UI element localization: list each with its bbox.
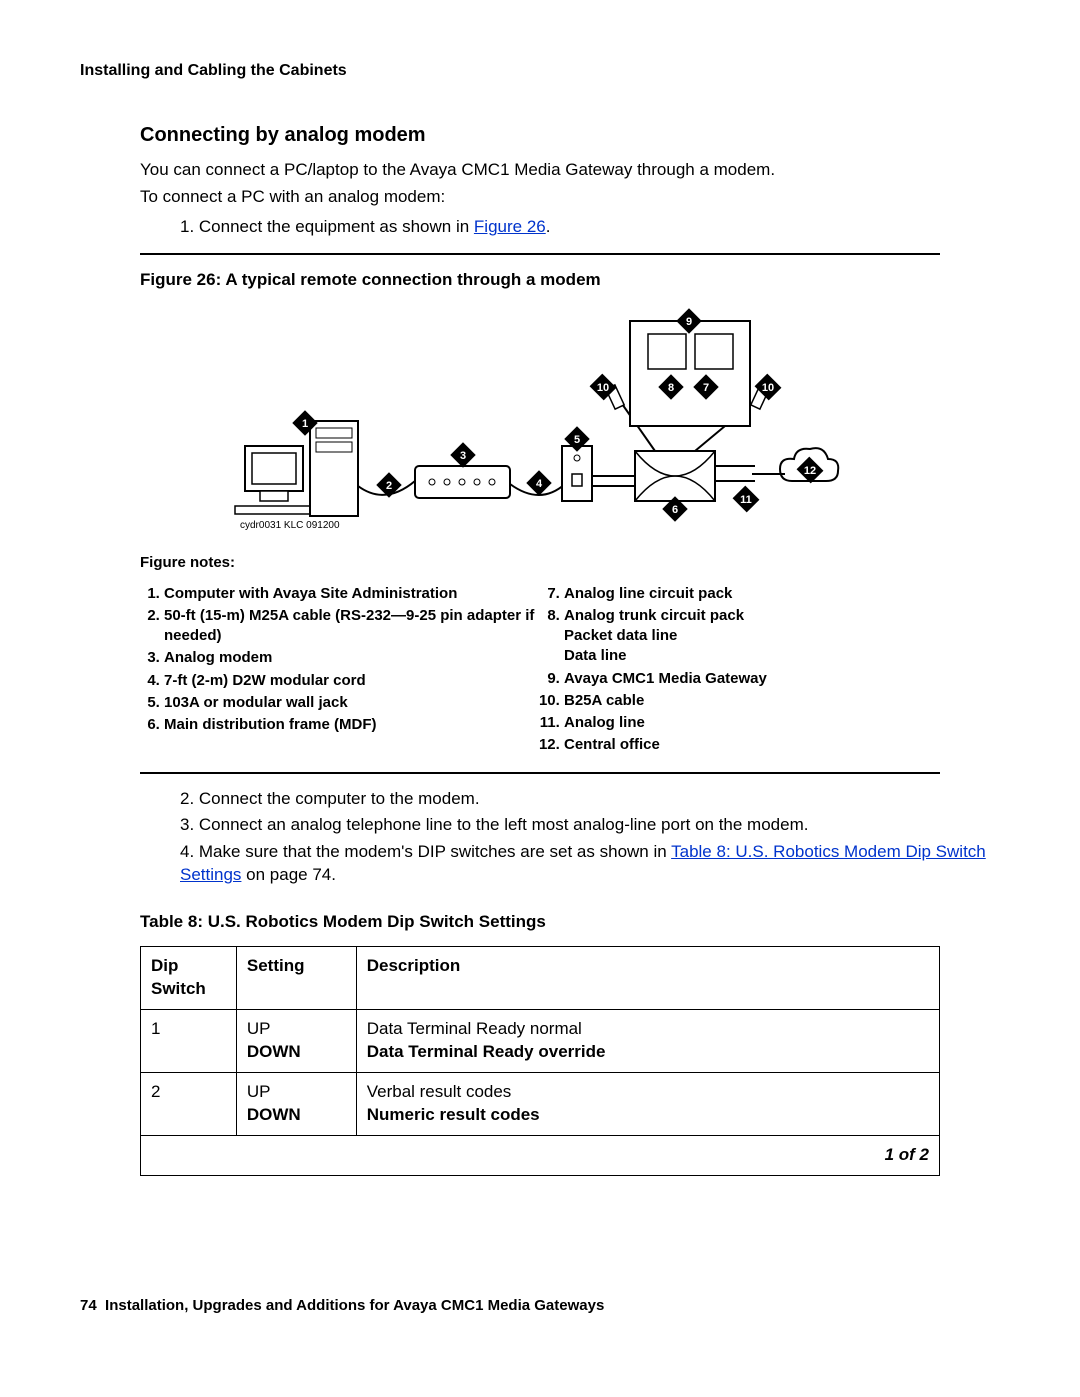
gateway-icon	[630, 321, 750, 426]
diagram-id: cydr0031 KLC 091200	[240, 520, 340, 531]
section-heading: Connecting by analog modem	[140, 122, 1000, 149]
modem-icon	[415, 466, 510, 498]
note-item: Main distribution frame (MDF)	[164, 715, 540, 735]
table-row: 2 UPDOWN Verbal result codesNumeric resu…	[141, 1072, 940, 1135]
table-pager: 1 of 2	[141, 1135, 940, 1175]
note-item: 7-ft (2-m) D2W modular cord	[164, 671, 540, 691]
svg-text:10: 10	[597, 382, 609, 394]
walljack-icon	[562, 446, 592, 501]
svg-text:5: 5	[574, 434, 580, 446]
divider	[140, 772, 940, 774]
intro-text-1: You can connect a PC/laptop to the Avaya…	[140, 159, 1000, 182]
svg-text:6: 6	[672, 504, 678, 516]
mdf-icon	[635, 451, 715, 501]
svg-text:2: 2	[386, 480, 392, 492]
figure-notes-title: Figure notes:	[140, 553, 940, 573]
svg-text:7: 7	[703, 382, 709, 394]
intro-text-2: To connect a PC with an analog modem:	[140, 186, 1000, 209]
svg-text:12: 12	[804, 465, 816, 477]
svg-text:10: 10	[762, 382, 774, 394]
callout-icon: 11	[733, 486, 760, 513]
page-footer: 74 Installation, Upgrades and Additions …	[80, 1296, 1000, 1316]
svg-text:11: 11	[740, 494, 752, 506]
note-item: Analog modem	[164, 648, 540, 668]
figure-link[interactable]: Figure 26	[474, 217, 546, 236]
svg-text:3: 3	[460, 450, 466, 462]
step-1-pre: 1. Connect the equipment as shown in	[180, 217, 474, 236]
running-header: Installing and Cabling the Cabinets	[80, 60, 1000, 82]
note-item: Analog line	[564, 713, 940, 733]
divider	[140, 253, 940, 255]
step-3: 3. Connect an analog telephone line to t…	[180, 814, 1000, 837]
page-number: 74	[80, 1297, 97, 1314]
th-dip: Dip Switch	[141, 947, 237, 1010]
svg-text:4: 4	[536, 478, 543, 490]
note-item: B25A cable	[564, 691, 940, 711]
step-4: 4. Make sure that the modem's DIP switch…	[180, 841, 1000, 887]
note-item: Avaya CMC1 Media Gateway	[564, 669, 940, 689]
note-item: Analog trunk circuit pack Packet data li…	[564, 606, 940, 667]
svg-text:1: 1	[302, 418, 308, 430]
callout-icon: 4	[526, 471, 551, 496]
note-item: Analog line circuit pack	[564, 584, 940, 604]
table-caption: Table 8: U.S. Robotics Modem Dip Switch …	[140, 911, 940, 934]
note-item: 50-ft (15-m) M25A cable (RS-232—9-25 pin…	[164, 606, 540, 647]
step-2: 2. Connect the computer to the modem.	[180, 788, 1000, 811]
step-1-post: .	[546, 217, 551, 236]
note-item: Computer with Avaya Site Administration	[164, 584, 540, 604]
th-description: Description	[356, 947, 939, 1010]
th-setting: Setting	[236, 947, 356, 1010]
callout-icon: 3	[450, 443, 475, 468]
dip-switch-table: Dip Switch Setting Description 1 UPDOWN …	[140, 946, 940, 1176]
figure-caption: Figure 26: A typical remote connection t…	[140, 269, 940, 292]
step-1: 1. Connect the equipment as shown in Fig…	[180, 216, 1000, 239]
svg-text:8: 8	[668, 382, 674, 394]
figure-notes: Computer with Avaya Site Administration …	[140, 582, 940, 758]
computer-icon	[235, 421, 358, 516]
note-item: 103A or modular wall jack	[164, 693, 540, 713]
note-item: Central office	[564, 735, 940, 755]
svg-text:9: 9	[686, 316, 692, 328]
diagram: 1 2 3 4 5 6 7 8 9 10 10 11 12 cydr0031 K…	[140, 306, 940, 543]
table-row: 1 UPDOWN Data Terminal Ready normalData …	[141, 1010, 940, 1073]
footer-title: Installation, Upgrades and Additions for…	[105, 1297, 604, 1314]
